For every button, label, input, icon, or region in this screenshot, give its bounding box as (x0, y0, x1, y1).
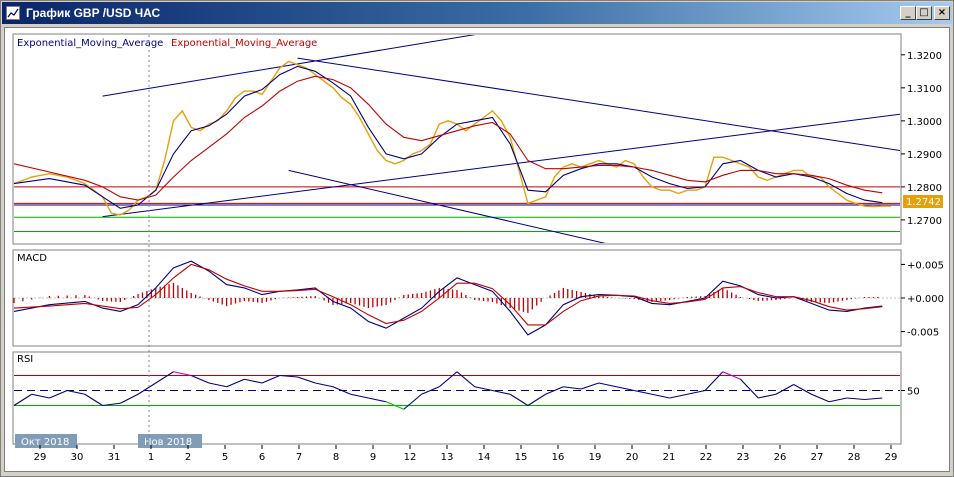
price-ytick-label: 1.3200 (907, 51, 942, 62)
rsi-title: RSI (17, 354, 33, 365)
title-bar[interactable]: График GBP /USD ЧАС _ □ × (2, 2, 952, 24)
x-tick-label: 29 (34, 452, 47, 463)
x-tick-label: 28 (848, 452, 861, 463)
x-tick-label: 14 (478, 452, 491, 463)
x-tick-label: 22 (700, 452, 713, 463)
x-tick-label: 21 (663, 452, 676, 463)
price-ytick-label: 1.3100 (907, 84, 942, 95)
x-tick-label: 26 (774, 452, 787, 463)
x-tick-label: 8 (333, 452, 339, 463)
x-tick-label: 12 (404, 452, 417, 463)
macd-title: MACD (17, 253, 47, 264)
x-tick-label: 15 (515, 452, 528, 463)
x-tick-label: 1 (148, 452, 154, 463)
legend-ema-fast: Exponential_Moving_Average (17, 38, 163, 49)
price-ytick-label: 1.3000 (907, 117, 942, 128)
price-ytick-label: 1.2900 (907, 150, 942, 161)
chart-area[interactable]: Exponential_Moving_Average Exponential_M… (4, 27, 950, 472)
x-tick-label: 23 (737, 452, 750, 463)
current-price-label: 1.2742 (906, 197, 941, 208)
x-tick-label: 30 (71, 452, 84, 463)
x-tick-label: 16 (552, 452, 565, 463)
minimize-button[interactable]: _ (900, 6, 916, 20)
chart-canvas[interactable]: Exponential_Moving_Average Exponential_M… (5, 28, 949, 471)
x-tick-label: 7 (296, 452, 302, 463)
maximize-button[interactable]: □ (916, 6, 932, 20)
x-tick-label: 27 (811, 452, 824, 463)
macd-ytick-label: +0.005 (907, 260, 944, 271)
x-tick-label: 9 (370, 452, 376, 463)
rsi-ytick-label: 50 (907, 387, 920, 398)
price-ytick-label: 1.2700 (907, 216, 942, 227)
x-tick-label: 13 (441, 452, 454, 463)
x-tick-label: 29 (885, 452, 898, 463)
chart-window: График GBP /USD ЧАС _ □ × Exponential_Mo… (0, 0, 954, 477)
macd-ytick-label: +0.000 (907, 294, 944, 305)
close-button[interactable]: × (934, 6, 950, 20)
rsi-panel-frame (12, 351, 902, 445)
x-tick-label: 31 (108, 452, 121, 463)
price-panel-frame (12, 33, 902, 245)
month-label-oct: Окт 2018 (21, 437, 69, 448)
x-tick-label: 19 (589, 452, 602, 463)
x-tick-label: 2 (185, 452, 191, 463)
x-tick-label: 5 (222, 452, 228, 463)
window-title: График GBP /USD ЧАС (26, 6, 161, 20)
chart-app-icon (6, 6, 20, 20)
x-tick-label: 20 (626, 452, 639, 463)
price-ytick-label: 1.2800 (907, 183, 942, 194)
macd-ytick-label: -0.005 (907, 328, 939, 339)
x-tick-label: 6 (259, 452, 265, 463)
legend-ema-slow: Exponential_Moving_Average (171, 38, 317, 49)
